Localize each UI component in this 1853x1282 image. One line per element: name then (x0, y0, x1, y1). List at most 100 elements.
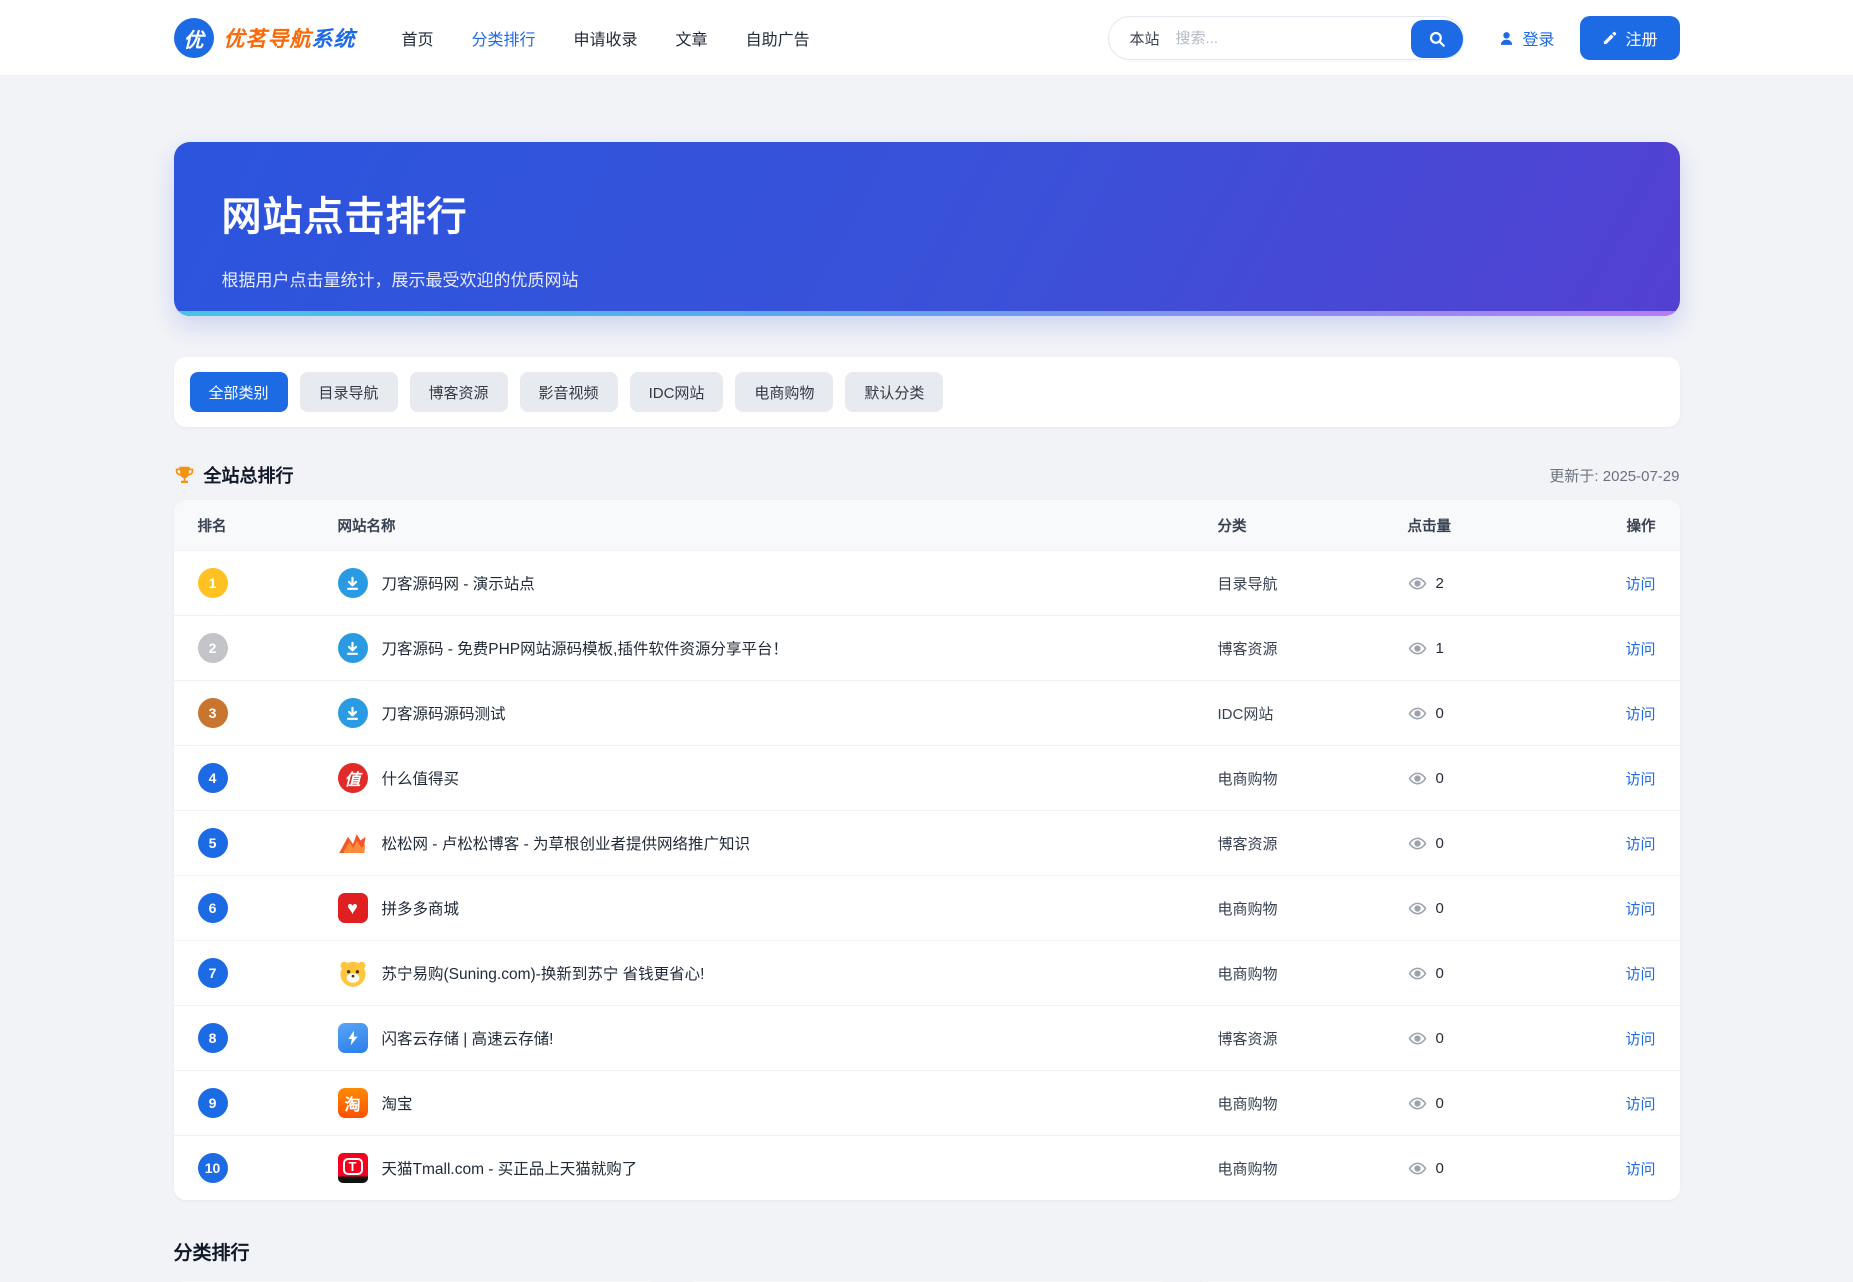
category-filter-bar: 全部类别目录导航博客资源影音视频 IDC网站电商购物默认分类 (174, 357, 1680, 427)
nav-item[interactable]: 分类排行 (472, 26, 536, 50)
squirrel-icon (338, 828, 368, 858)
category-ranking-title: 分类排行 (174, 1238, 1680, 1265)
zhi-badge-icon: 值 (338, 763, 368, 793)
filter-button[interactable]: 目录导航 (300, 372, 398, 412)
rank-badge: 8 (198, 1023, 228, 1053)
search-bar: 本站 (1108, 16, 1464, 60)
section-title: 全站总排行 (204, 462, 294, 488)
top-header: 优 优茗导航系统 首页 分类排行 申请收录 文章 自助广告 本站 登录 注册 (0, 0, 1853, 76)
visit-link[interactable]: 访问 (1625, 1161, 1655, 1178)
heart-lattice-icon: ♥ (338, 893, 368, 923)
click-count: 0 (1436, 835, 1444, 852)
site-category: 博客资源 (1218, 1028, 1408, 1049)
eye-icon (1408, 769, 1427, 788)
filter-button[interactable]: 默认分类 (845, 372, 943, 412)
page-banner: 网站点击排行 根据用户点击量统计，展示最受欢迎的优质网站 (174, 142, 1680, 316)
register-label: 注册 (1625, 26, 1657, 50)
visit-link[interactable]: 访问 (1625, 901, 1655, 918)
click-count: 0 (1436, 1095, 1444, 1112)
site-title[interactable]: 天猫Tmall.com - 买正品上天猫就购了 (382, 1157, 638, 1179)
table-body: 1 刀客源码网 - 演示站点 目录导航 2 访问 2 刀客源码 - 免费PHP网… (174, 550, 1680, 1200)
site-title[interactable]: 拼多多商城 (382, 897, 460, 919)
site-title[interactable]: 松松网 - 卢松松博客 - 为草根创业者提供网络推广知识 (382, 832, 751, 854)
visit-link[interactable]: 访问 (1625, 836, 1655, 853)
tmall-t-icon: T (338, 1153, 368, 1183)
page-title: 网站点击排行 (222, 184, 1632, 242)
click-count: 0 (1436, 1160, 1444, 1177)
visit-link[interactable]: 访问 (1625, 771, 1655, 788)
column-header: 排名 (198, 515, 338, 536)
click-count: 0 (1436, 705, 1444, 722)
updated-timestamp: 更新于: 2025-07-29 (1549, 465, 1679, 486)
trophy-icon (174, 465, 195, 486)
column-header: 点击量 (1408, 515, 1598, 536)
register-button[interactable]: 注册 (1580, 16, 1679, 60)
filter-button[interactable]: 影音视频 (520, 372, 618, 412)
site-category: 目录导航 (1218, 573, 1408, 594)
visit-link[interactable]: 访问 (1625, 641, 1655, 658)
visit-link[interactable]: 访问 (1625, 966, 1655, 983)
search-scope-label[interactable]: 本站 (1109, 28, 1175, 49)
login-link[interactable]: 登录 (1498, 26, 1554, 50)
site-title[interactable]: 闪客云存储 | 高速云存储! (382, 1027, 554, 1049)
site-category: 电商购物 (1218, 1158, 1408, 1179)
rank-badge: 3 (198, 698, 228, 728)
nav-item[interactable]: 首页 (402, 26, 434, 50)
site-category: 电商购物 (1218, 963, 1408, 984)
rank-badge: 5 (198, 828, 228, 858)
site-title[interactable]: 刀客源码源码测试 (382, 702, 506, 724)
rank-badge: 4 (198, 763, 228, 793)
rank-badge: 1 (198, 568, 228, 598)
table-row: 3 刀客源码源码测试 IDC网站 0 访问 (174, 680, 1680, 745)
lion-face-icon (338, 958, 368, 988)
filter-button[interactable]: 全部类别 (190, 372, 288, 412)
table-row: 4 值 什么值得买 电商购物 0 访问 (174, 745, 1680, 810)
ranking-table: 排名网站名称分类点击量操作 1 刀客源码网 - 演示站点 目录导航 2 访问 2… (174, 500, 1680, 1200)
logo-icon: 优 (174, 18, 214, 58)
download-circle-icon (338, 568, 368, 598)
site-category: 电商购物 (1218, 768, 1408, 789)
login-label: 登录 (1522, 26, 1554, 50)
eye-icon (1408, 834, 1427, 853)
site-title[interactable]: 刀客源码 - 免费PHP网站源码模板,插件软件资源分享平台！ (382, 637, 788, 659)
table-row: 10 T 天猫Tmall.com - 买正品上天猫就购了 电商购物 0 访问 (174, 1135, 1680, 1200)
table-row: 7 苏宁易购(Suning.com)-换新到苏宁 省钱更省心! 电商购物 0 访… (174, 940, 1680, 1005)
tao-char-icon: 淘 (338, 1088, 368, 1118)
eye-icon (1408, 1029, 1427, 1048)
site-category: 电商购物 (1218, 1093, 1408, 1114)
search-icon (1428, 30, 1446, 48)
site-title[interactable]: 苏宁易购(Suning.com)-换新到苏宁 省钱更省心! (382, 962, 705, 984)
section-header: 全站总排行 更新于: 2025-07-29 (174, 462, 1680, 488)
nav-item[interactable]: 申请收录 (574, 26, 638, 50)
search-button[interactable] (1411, 20, 1463, 58)
pencil-icon (1602, 31, 1617, 46)
brand-logo[interactable]: 优 优茗导航系统 (174, 18, 356, 58)
site-title[interactable]: 淘宝 (382, 1092, 413, 1114)
lightning-icon (338, 1023, 368, 1053)
eye-icon (1408, 964, 1427, 983)
site-category: 博客资源 (1218, 833, 1408, 854)
site-title[interactable]: 刀客源码网 - 演示站点 (382, 572, 535, 594)
click-count: 2 (1436, 575, 1444, 592)
rank-badge: 6 (198, 893, 228, 923)
eye-icon (1408, 899, 1427, 918)
filter-button[interactable]: 电商购物 (735, 372, 833, 412)
filter-button[interactable]: 博客资源 (410, 372, 508, 412)
site-title[interactable]: 什么值得买 (382, 767, 460, 789)
rank-badge: 2 (198, 633, 228, 663)
nav-item[interactable]: 文章 (676, 26, 708, 50)
table-row: 9 淘 淘宝 电商购物 0 访问 (174, 1070, 1680, 1135)
visit-link[interactable]: 访问 (1625, 576, 1655, 593)
eye-icon (1408, 639, 1427, 658)
eye-icon (1408, 1159, 1427, 1178)
download-circle-icon (338, 698, 368, 728)
visit-link[interactable]: 访问 (1625, 1096, 1655, 1113)
eye-icon (1408, 1094, 1427, 1113)
visit-link[interactable]: 访问 (1625, 1031, 1655, 1048)
visit-link[interactable]: 访问 (1625, 706, 1655, 723)
filter-button[interactable]: IDC网站 (630, 372, 724, 412)
click-count: 0 (1436, 965, 1444, 982)
site-category: 电商购物 (1218, 898, 1408, 919)
eye-icon (1408, 704, 1427, 723)
nav-item[interactable]: 自助广告 (746, 26, 810, 50)
